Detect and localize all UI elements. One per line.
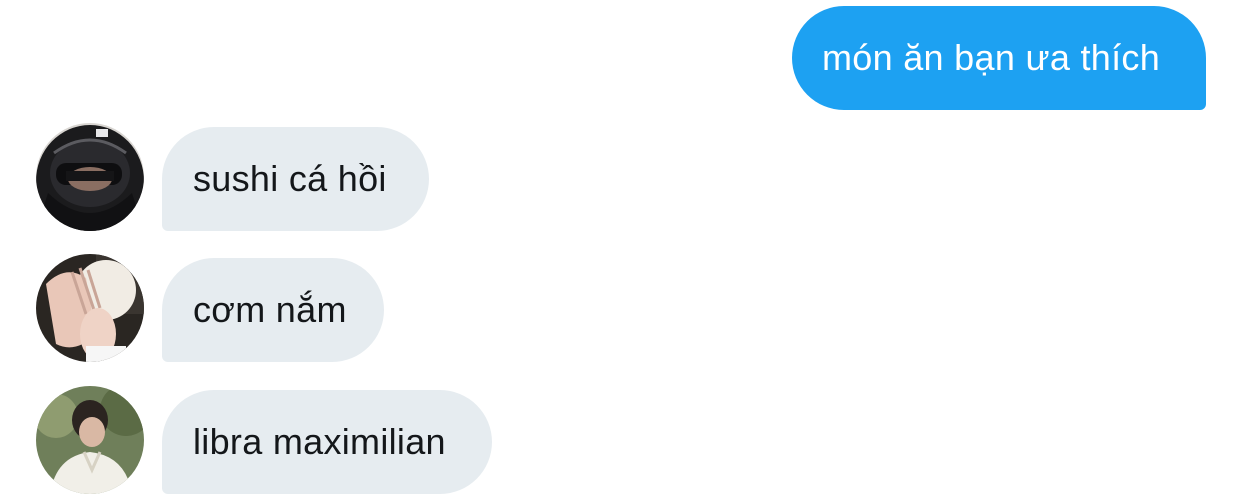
incoming-message-bubble[interactable]: cơm nắm: [162, 258, 384, 362]
outgoing-message-bubble[interactable]: món ăn bạn ưa thích: [792, 6, 1206, 110]
incoming-message-text: sushi cá hồi: [193, 158, 387, 199]
outdoor-portrait-avatar-image: [36, 386, 144, 494]
avatar[interactable]: [36, 254, 144, 362]
avatar[interactable]: [36, 123, 144, 231]
incoming-message-bubble[interactable]: libra maximilian: [162, 390, 492, 494]
helmet-avatar-image: [36, 123, 144, 231]
incoming-message-text: libra maximilian: [193, 421, 446, 462]
outgoing-message-text: món ăn bạn ưa thích: [822, 37, 1161, 78]
incoming-message-text: cơm nắm: [193, 289, 347, 330]
avatar[interactable]: [36, 386, 144, 494]
hands-face-avatar-image: [36, 254, 144, 362]
incoming-message-bubble[interactable]: sushi cá hồi: [162, 127, 429, 231]
